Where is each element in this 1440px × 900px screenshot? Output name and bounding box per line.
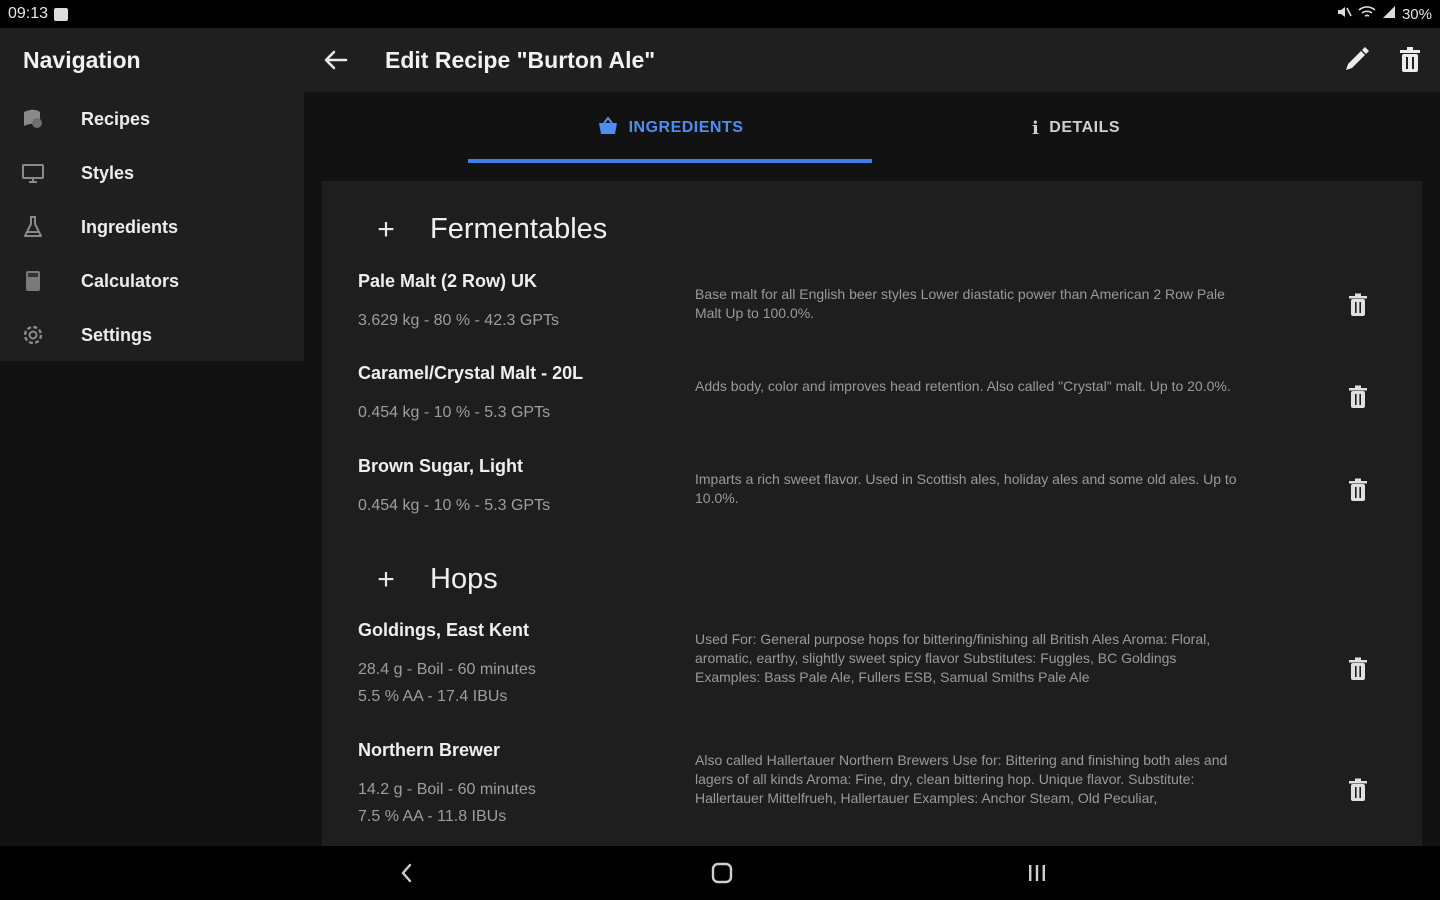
active-tab-indicator — [468, 159, 872, 163]
ingredient-name: Brown Sugar, Light — [358, 456, 523, 476]
signal-icon — [1382, 5, 1396, 23]
ingredient-description: Imparts a rich sweet flavor. Used in Sco… — [695, 471, 1237, 506]
trash-icon — [1349, 478, 1367, 501]
list-item[interactable]: Pale Malt (2 Row) UK 3.629 kg - 80 % - 4… — [322, 269, 1422, 349]
ingredient-description: Adds body, color and improves head reten… — [695, 378, 1231, 394]
ingredient-name: Goldings, East Kent — [358, 620, 530, 640]
add-hop-button[interactable]: + — [372, 565, 400, 595]
styles-icon — [17, 157, 49, 189]
home-square-icon — [711, 862, 733, 884]
ingredient-description: Also called Hallertauer Northern Brewers… — [695, 752, 1228, 806]
ingredients-card: + Fermentables Pale Malt (2 Row) UK 3.62… — [322, 181, 1422, 846]
ingredient-name: Northern Brewer — [358, 740, 501, 760]
ingredient-name: Pale Malt (2 Row) UK — [358, 271, 538, 291]
sidebar-item-label: Styles — [81, 162, 135, 183]
fermentables-header: + Fermentables — [322, 213, 1422, 245]
app-bar: Navigation Edit Recipe "Burton Ale" — [0, 28, 1440, 92]
list-item[interactable]: Goldings, East Kent 28.4 g - Boil - 60 m… — [322, 618, 1422, 728]
trash-icon — [1349, 657, 1367, 680]
main-content: INGREDIENTS i DETAILS + Fermentables Pal… — [304, 92, 1440, 846]
delete-recipe-button[interactable] — [1392, 42, 1428, 78]
system-navigation-bar — [0, 846, 1440, 900]
hop-amount: 14.2 g - Boil - 60 minutes — [358, 781, 536, 798]
sidebar-item-ingredients[interactable]: Ingredients — [0, 200, 304, 254]
page-title: Edit Recipe "Burton Ale" — [385, 47, 656, 73]
ingredient-description: Used For: General purpose hops for bitte… — [695, 631, 1211, 685]
trash-icon — [1349, 385, 1367, 408]
hop-bitterness: 5.5 % AA - 17.4 IBUs — [358, 688, 508, 705]
add-fermentable-button[interactable]: + — [372, 215, 400, 245]
sidebar-item-settings[interactable]: Settings — [0, 308, 304, 362]
ingredient-description: Base malt for all English beer styles Lo… — [695, 286, 1225, 321]
status-time: 09:13 — [8, 5, 49, 22]
sidebar-item-recipes[interactable]: Recipes — [0, 92, 304, 146]
tab-ingredients[interactable]: INGREDIENTS — [468, 92, 872, 164]
hops-header: + Hops — [322, 563, 1422, 595]
calculator-icon — [17, 265, 49, 297]
fermentables-title: Fermentables — [430, 213, 608, 245]
delete-ingredient-button[interactable] — [1344, 291, 1372, 319]
mute-icon — [1336, 5, 1352, 23]
hops-title: Hops — [430, 563, 498, 595]
sidebar-item-label: Calculators — [81, 270, 180, 291]
trash-icon — [1349, 778, 1367, 801]
back-button[interactable] — [318, 42, 354, 78]
sidebar-item-label: Settings — [81, 324, 153, 345]
tab-ingredients-label: INGREDIENTS — [628, 119, 744, 136]
delete-ingredient-button[interactable] — [1344, 655, 1372, 683]
battery-text: 30% — [1401, 5, 1432, 23]
sidebar-item-calculators[interactable]: Calculators — [0, 254, 304, 308]
image-notification-icon — [54, 7, 69, 21]
navigation-menu: Recipes Styles Ingredients Calculators S… — [0, 92, 304, 361]
status-bar: 09:13 30% — [0, 0, 1440, 28]
delete-ingredient-button[interactable] — [1344, 776, 1372, 804]
sidebar-item-label: Recipes — [81, 108, 151, 129]
ingredient-meta: 3.629 kg - 80 % - 42.3 GPTs — [358, 312, 559, 329]
system-back-button[interactable] — [392, 858, 422, 888]
ingredient-meta: 0.454 kg - 10 % - 5.3 GPTs — [358, 497, 551, 514]
edit-button[interactable] — [1338, 42, 1374, 78]
tab-details-label: DETAILS — [1049, 119, 1121, 136]
trash-icon — [1400, 47, 1420, 72]
ingredient-meta: 0.454 kg - 10 % - 5.3 GPTs — [358, 404, 551, 421]
recents-icon — [1029, 865, 1045, 881]
navigation-title: Navigation — [23, 47, 141, 73]
gear-icon — [17, 319, 49, 351]
recipes-icon — [17, 103, 49, 135]
arrow-left-icon — [324, 50, 348, 70]
sidebar-item-label: Ingredients — [81, 216, 179, 237]
navigation-drawer: Recipes Styles Ingredients Calculators S… — [0, 92, 304, 846]
delete-ingredient-button[interactable] — [1344, 383, 1372, 411]
ingredient-name: Caramel/Crystal Malt - 20L — [358, 363, 584, 383]
hop-bitterness: 7.5 % AA - 11.8 IBUs — [358, 808, 507, 825]
tab-details[interactable]: i DETAILS — [874, 92, 1278, 164]
flask-icon — [17, 211, 49, 243]
system-home-button[interactable] — [707, 858, 737, 888]
hop-amount: 28.4 g - Boil - 60 minutes — [358, 661, 536, 678]
pencil-icon — [1346, 47, 1369, 70]
chevron-left-icon — [401, 863, 412, 883]
system-recents-button[interactable] — [1022, 858, 1052, 888]
info-icon: i — [1031, 117, 1040, 139]
delete-ingredient-button[interactable] — [1344, 476, 1372, 504]
trash-icon — [1349, 293, 1367, 316]
basket-icon — [597, 115, 619, 141]
list-item[interactable]: Caramel/Crystal Malt - 20L 0.454 kg - 10… — [322, 361, 1422, 441]
sidebar-item-styles[interactable]: Styles — [0, 146, 304, 200]
tab-bar: INGREDIENTS i DETAILS — [304, 92, 1440, 167]
list-item[interactable]: Northern Brewer 14.2 g - Boil - 60 minut… — [322, 738, 1422, 846]
list-item[interactable]: Brown Sugar, Light 0.454 kg - 10 % - 5.3… — [322, 454, 1422, 534]
wifi-icon — [1358, 5, 1376, 23]
